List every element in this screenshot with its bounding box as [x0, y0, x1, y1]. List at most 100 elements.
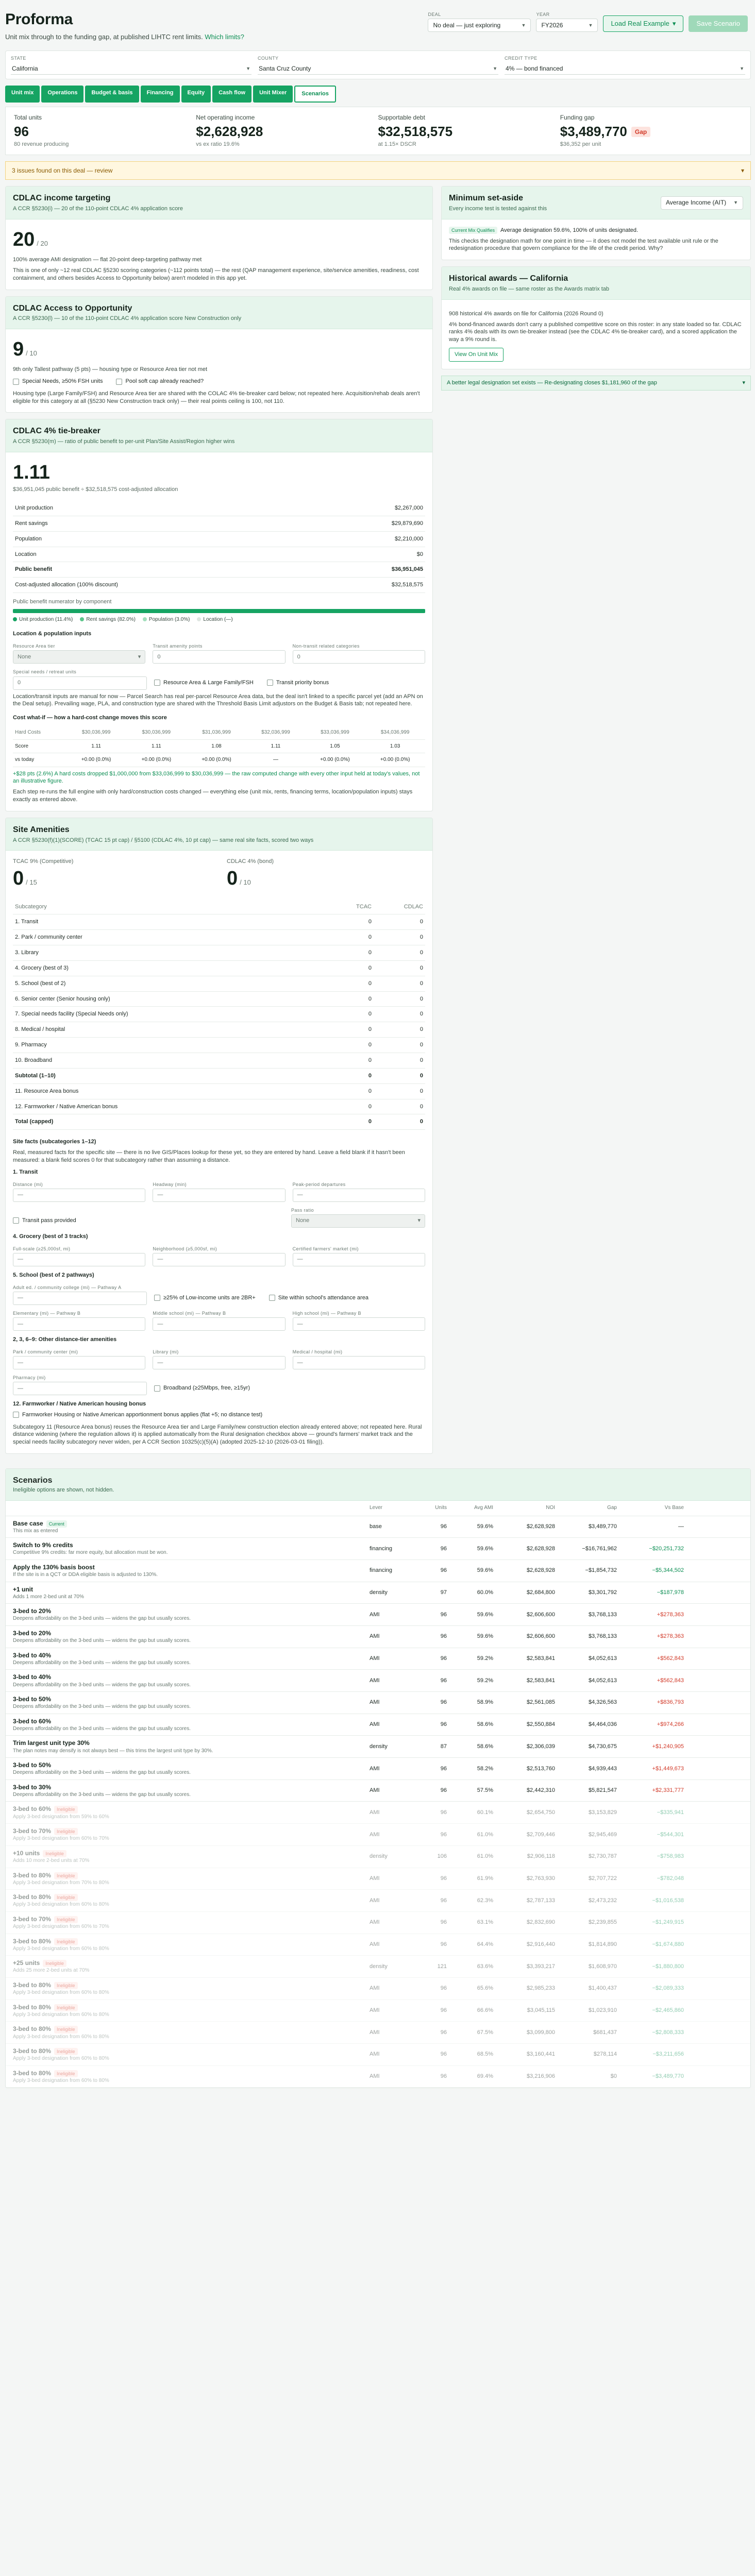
- scenario-row[interactable]: 3-bed to 30% Deepens affordability on the…: [6, 1780, 750, 1802]
- scenario-row[interactable]: 3-bed to 20% Deepens affordability on the…: [6, 1626, 750, 1648]
- pharmacy-input[interactable]: —: [13, 1382, 147, 1396]
- tab-budget-basis[interactable]: Budget & basis: [85, 86, 139, 103]
- fact-input[interactable]: —: [153, 1252, 286, 1266]
- setaside-select[interactable]: Average Income (AIT) ▼: [661, 196, 743, 210]
- fact-input[interactable]: —: [153, 1317, 286, 1331]
- scenario-row[interactable]: 3-bed to 20% Deepens affordability on the…: [6, 1604, 750, 1626]
- scenario-row[interactable]: 3-bed to 70% Ineligible Apply 3-bed design…: [6, 1912, 750, 1934]
- geo-field-2[interactable]: CREDIT TYPE 4% — bond financed ▼: [505, 55, 745, 75]
- geo-field-0[interactable]: STATE California ▼: [11, 55, 251, 75]
- which-limits-link[interactable]: Which limits?: [205, 33, 244, 41]
- scenario-name-cell: 3-bed to 70% Ineligible Apply 3-bed design…: [13, 1824, 370, 1845]
- transit-bonus-checkbox[interactable]: Transit priority bonus: [266, 679, 329, 687]
- scenario-row[interactable]: 3-bed to 80% Ineligible Apply 3-bed design…: [6, 1934, 750, 1956]
- fact-input[interactable]: —: [13, 1317, 146, 1331]
- fact-input[interactable]: —: [13, 1355, 146, 1369]
- school-2br-checkbox[interactable]: ≥25% of Low-income units are 2BR+: [154, 1294, 256, 1302]
- scenario-row[interactable]: 3-bed to 40% Deepens affordability on the…: [6, 1648, 750, 1670]
- scenario-cell: 97: [440, 1589, 447, 1596]
- scenario-cell: $2,628,928: [526, 1523, 555, 1530]
- historical-awards-card: Historical awards — California Real 4% aw…: [441, 266, 751, 369]
- scenario-cell: −$1,249,915: [652, 1919, 684, 1926]
- scenario-row[interactable]: Apply the 130% basis boost If the site is…: [6, 1560, 750, 1582]
- tab-unit-mixer[interactable]: Unit Mixer: [253, 86, 293, 103]
- scenario-row[interactable]: Switch to 9% credits Competitive 9% credi…: [6, 1538, 750, 1560]
- scenario-row[interactable]: 3-bed to 80% Ineligible Apply 3-bed design…: [6, 2000, 750, 2022]
- fact-input[interactable]: —: [13, 1188, 146, 1202]
- scenario-row[interactable]: +10 units Ineligible Adds 10 more 2-bed un…: [6, 1846, 750, 1868]
- cost-cell: 1.08: [186, 739, 247, 754]
- geo-select[interactable]: 4% — bond financed ▼: [505, 62, 745, 75]
- scenario-row[interactable]: 3-bed to 70% Ineligible Apply 3-bed design…: [6, 1824, 750, 1846]
- geo-select[interactable]: Santa Cruz County ▼: [258, 62, 498, 75]
- scenario-row[interactable]: 3-bed to 50% Deepens affordability on the…: [6, 1692, 750, 1714]
- scenario-desc: Adds 25 more 2-bed units at 70%: [13, 1968, 90, 1974]
- cost-cell: $33,036,999: [305, 726, 365, 740]
- tab-unit-mix[interactable]: Unit mix: [5, 86, 40, 103]
- scenario-row[interactable]: 3-bed to 60% Deepens affordability on the…: [6, 1714, 750, 1736]
- scenario-col-header: Vs Base: [664, 1505, 684, 1511]
- scenario-row[interactable]: 3-bed to 80% Ineligible Apply 3-bed design…: [6, 2044, 750, 2066]
- geo-bar: STATE California ▼ COUNTY Santa Cruz County ▼…: [5, 50, 751, 80]
- special-needs-input[interactable]: 0: [13, 676, 147, 690]
- year-select[interactable]: YEAR FY2026 ▼: [536, 11, 598, 32]
- scenario-row[interactable]: 3-bed to 40% Deepens affordability on the…: [6, 1670, 750, 1692]
- scenario-row[interactable]: 3-bed to 80% Ineligible Apply 3-bed design…: [6, 2022, 750, 2044]
- scenario-row[interactable]: 3-bed to 80% Ineligible Apply 3-bed design…: [6, 2066, 750, 2088]
- tab-operations[interactable]: Operations: [41, 86, 84, 103]
- tab-equity[interactable]: Equity: [181, 86, 211, 103]
- non-transit-input[interactable]: 0: [292, 650, 425, 664]
- fact-input[interactable]: —: [292, 1317, 425, 1331]
- scenario-row[interactable]: +1 unit Adds 1 more 2-bed unit at 70% dens…: [6, 1582, 750, 1604]
- scenario-row[interactable]: 3-bed to 80% Ineligible Apply 3-bed design…: [6, 1978, 750, 2000]
- geo-select[interactable]: California ▼: [11, 62, 251, 75]
- broadband-checkbox[interactable]: Broadband (≥25Mbps, free, ≥15yr): [154, 1384, 250, 1392]
- fact-label: Medical / hospital (mi): [292, 1349, 343, 1354]
- scenario-row[interactable]: +25 units Ineligible Adds 25 more 2-bed un…: [6, 1956, 750, 1978]
- tab-financing[interactable]: Financing: [140, 86, 180, 103]
- scenario-cell: $2,916,440: [526, 1941, 555, 1948]
- transit-pass-checkbox[interactable]: Transit pass provided: [13, 1217, 76, 1225]
- better-designation-banner[interactable]: A better legal designation set exists — …: [441, 375, 751, 391]
- scenario-row[interactable]: Trim largest unit type 30% The plan notes…: [6, 1736, 750, 1758]
- scenario-cell: 96: [440, 2051, 447, 2058]
- scenario-row[interactable]: 3-bed to 80% Ineligible Apply 3-bed design…: [6, 1868, 750, 1890]
- row-value: $0: [416, 551, 423, 557]
- fact-input[interactable]: —: [13, 1252, 146, 1266]
- adult-ed-input[interactable]: —: [13, 1291, 147, 1305]
- scenario-desc: Apply 3-bed designation from 60% to 70%: [13, 1924, 109, 1930]
- issues-banner[interactable]: 3 issues found on this deal — review ▾: [5, 161, 751, 180]
- save-scenario-button[interactable]: Save Scenario: [689, 15, 748, 32]
- resource-large-family-checkbox[interactable]: Resource Area & Large Family/FSH: [154, 679, 254, 687]
- scenario-row[interactable]: 3-bed to 50% Deepens affordability on the…: [6, 1758, 750, 1780]
- fact-input[interactable]: —: [153, 1188, 286, 1202]
- fact-input[interactable]: —: [153, 1355, 286, 1369]
- scenario-row[interactable]: 3-bed to 60% Ineligible Apply 3-bed design…: [6, 1802, 750, 1824]
- scenario-desc: Deepens affordability on the 3-bed units…: [13, 1659, 191, 1666]
- scenario-row[interactable]: Base case Current This mix as entered base 9…: [6, 1516, 750, 1538]
- amenity-label: 1. Transit: [15, 919, 39, 925]
- fact-input[interactable]: —: [292, 1355, 425, 1369]
- view-on-unit-mix-button[interactable]: View On Unit Mix: [449, 348, 504, 362]
- scenario-tag: Ineligible: [54, 1828, 78, 1836]
- resource-tier-select[interactable]: None ▾: [13, 650, 146, 664]
- tab-scenarios[interactable]: Scenarios: [294, 86, 336, 103]
- scenario-row[interactable]: 3-bed to 80% Ineligible Apply 3-bed design…: [6, 1890, 750, 1912]
- scenario-tag: Ineligible: [54, 1938, 78, 1945]
- farmworker-checkbox[interactable]: Farmworker Housing or Native American ap…: [13, 1411, 262, 1419]
- pass-ratio-select[interactable]: None ▾: [291, 1214, 425, 1228]
- load-real-example-button[interactable]: Load Real Example ▾: [603, 15, 684, 32]
- special-needs-checkbox[interactable]: Special Needs, ≥50% FSH units: [13, 378, 103, 385]
- attendance-area-checkbox[interactable]: Site within school's attendance area: [269, 1294, 368, 1302]
- amenity-label: 3. Library: [15, 950, 39, 956]
- tab-cash-flow[interactable]: Cash flow: [212, 86, 252, 103]
- scenario-tag: Ineligible: [54, 1894, 78, 1902]
- geo-field-1[interactable]: COUNTY Santa Cruz County ▼: [258, 55, 498, 75]
- cost-cell: $32,036,999: [246, 726, 305, 740]
- pool-cap-checkbox[interactable]: Pool soft cap already reached?: [116, 378, 204, 385]
- amenity-tcac: 0: [368, 1118, 372, 1125]
- deal-select[interactable]: DEAL No deal — just exploring ▼: [428, 11, 531, 32]
- fact-input[interactable]: —: [292, 1188, 425, 1202]
- transit-points-input[interactable]: 0: [153, 650, 286, 664]
- fact-input[interactable]: —: [292, 1252, 425, 1266]
